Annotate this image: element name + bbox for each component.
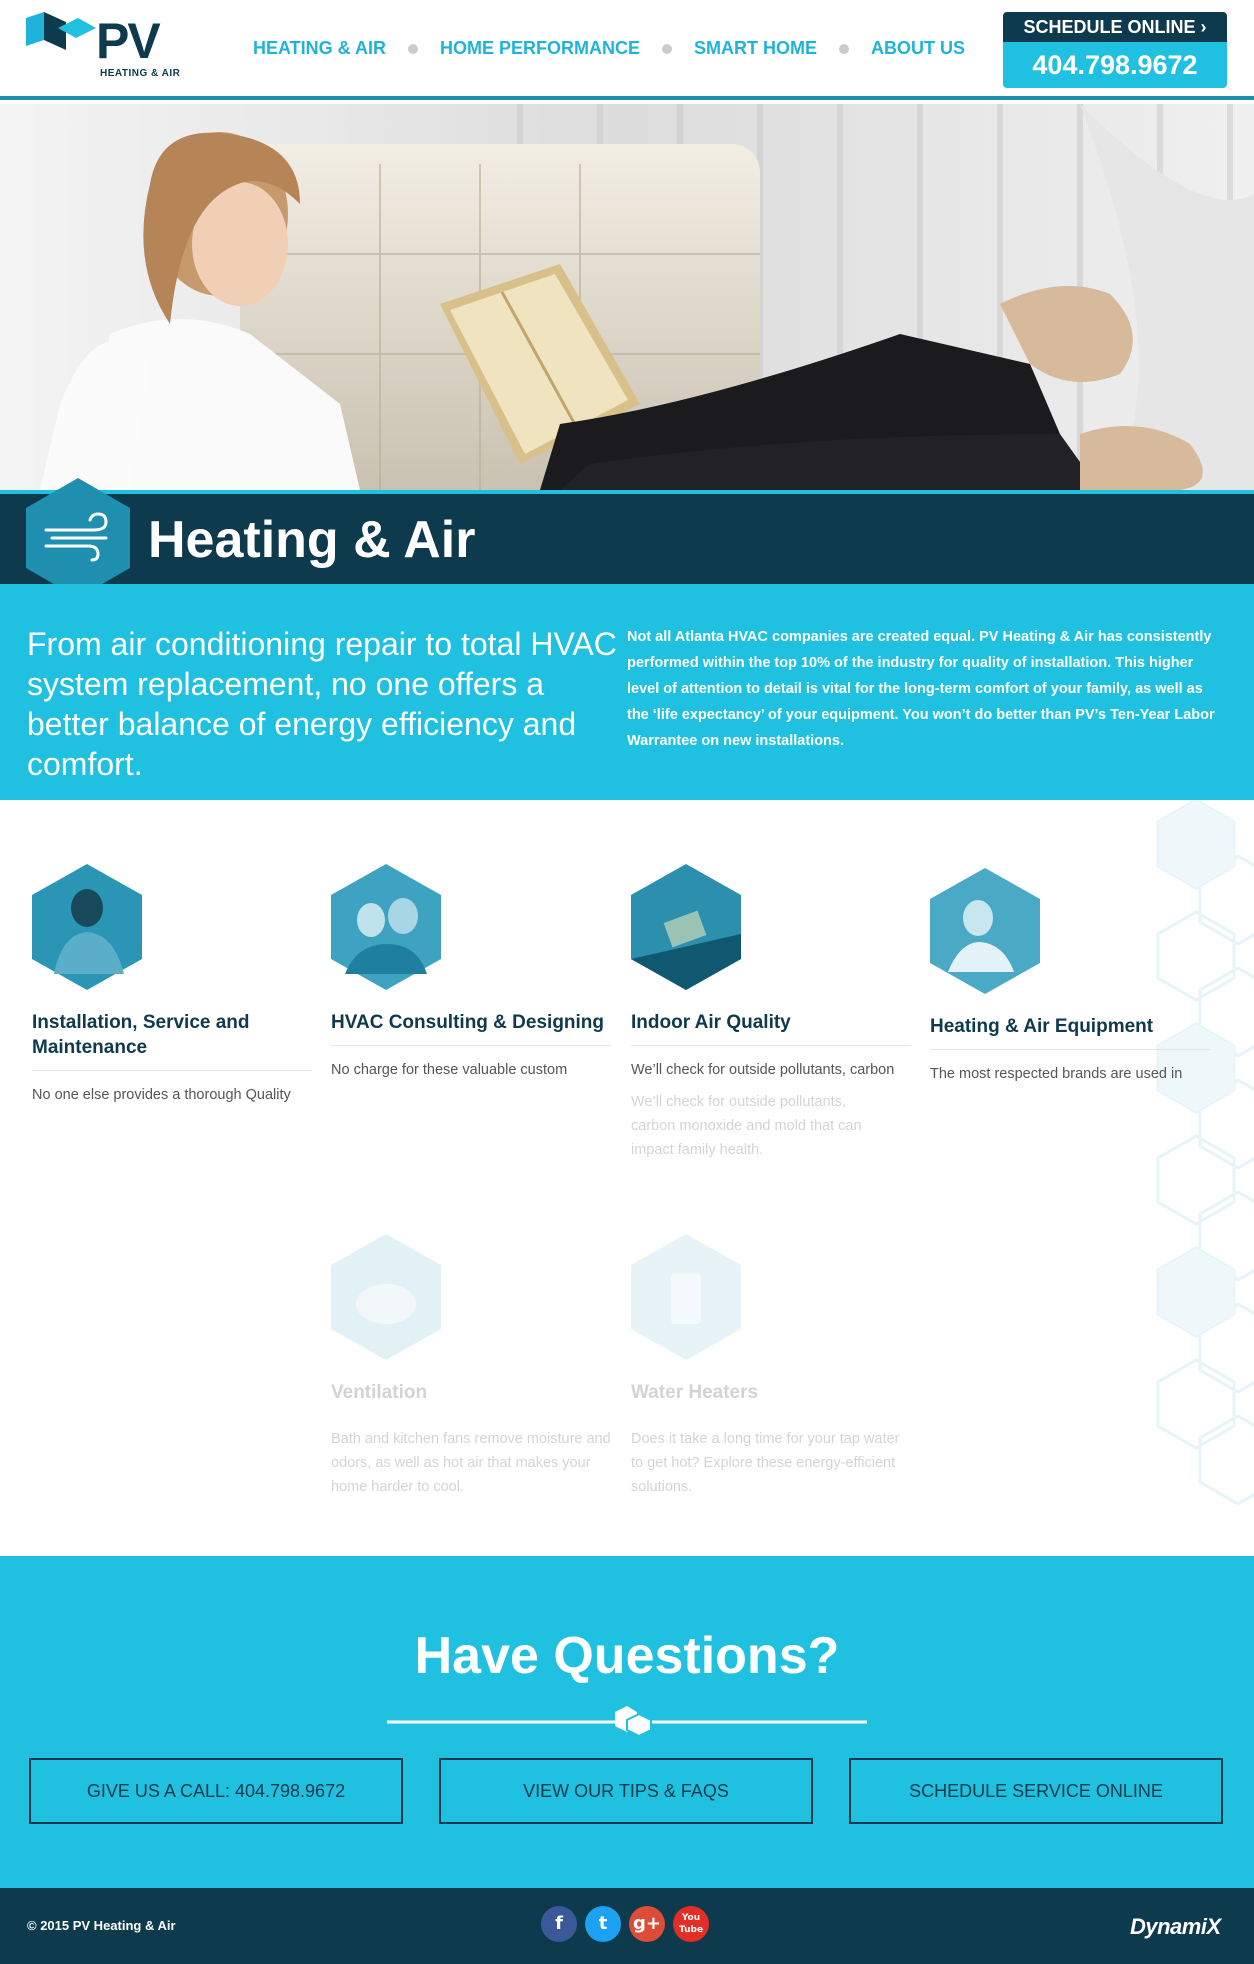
ventilation-photo-icon xyxy=(331,1234,441,1360)
air-quality-photo-icon xyxy=(631,864,741,990)
service-title: HVAC Consulting & Designing xyxy=(331,1010,611,1046)
service-title: Water Heaters xyxy=(631,1382,759,1403)
service-card-water-heaters[interactable]: Water Heaters Does it take a long time f… xyxy=(631,1234,911,1499)
service-description: No one else provides a thorough Quality xyxy=(32,1087,291,1103)
google-plus-icon[interactable]: g+ xyxy=(629,1906,665,1942)
service-card-consulting[interactable]: HVAC Consulting & Designing No charge fo… xyxy=(331,864,611,1080)
services-section: Installation, Service and Maintenance No… xyxy=(0,800,1254,1556)
facebook-icon[interactable]: f xyxy=(541,1906,577,1942)
copyright-text: © 2015 PV Heating & Air xyxy=(27,1918,176,1933)
service-description: We’ll check for outside pollutants, carb… xyxy=(631,1062,895,1078)
service-title: Indoor Air Quality xyxy=(631,1010,911,1046)
equipment-photo-icon xyxy=(930,868,1040,994)
schedule-online-label: SCHEDULE ONLINE xyxy=(1023,17,1196,37)
installation-photo-icon xyxy=(32,864,142,990)
chevron-right-icon: › xyxy=(1200,17,1207,37)
site-footer: © 2015 PV Heating & Air f t g+ You Tube D… xyxy=(0,1888,1254,1964)
service-card-ventilation[interactable]: Ventilation Bath and kitchen fans remove… xyxy=(331,1234,611,1499)
social-links: f t g+ You Tube xyxy=(541,1906,709,1942)
water-heater-photo-icon xyxy=(631,1234,741,1360)
wind-icon xyxy=(26,478,130,598)
hero-image xyxy=(0,104,1254,490)
main-nav: HEATING & AIR HOME PERFORMANCE SMART HOM… xyxy=(253,38,965,59)
schedule-service-button[interactable]: SCHEDULE SERVICE ONLINE xyxy=(849,1758,1223,1824)
consulting-photo-icon xyxy=(331,864,441,990)
questions-section: Have Questions? GIVE US A CALL: 404.798.… xyxy=(0,1556,1254,1888)
intro-lead: From air conditioning repair to total HV… xyxy=(27,626,617,782)
site-header: PV HEATING & AIR HEATING & AIR HOME PERF… xyxy=(0,0,1254,100)
service-title: Installation, Service and Maintenance xyxy=(32,1010,312,1071)
nav-heating-air[interactable]: HEATING & AIR xyxy=(253,38,386,59)
service-card-installation[interactable]: Installation, Service and Maintenance No… xyxy=(32,864,312,1105)
intro-section: From air conditioning repair to total HV… xyxy=(0,584,1254,800)
phone-link[interactable]: 404.798.9672 xyxy=(1003,42,1227,88)
dynamix-logo[interactable]: DynamiX xyxy=(1130,1914,1221,1940)
tips-faqs-button[interactable]: VIEW OUR TIPS & FAQS xyxy=(439,1758,813,1824)
service-title: Heating & Air Equipment xyxy=(930,1014,1210,1050)
nav-smart-home[interactable]: SMART HOME xyxy=(694,38,817,59)
twitter-icon[interactable]: t xyxy=(585,1906,621,1942)
nav-home-performance[interactable]: HOME PERFORMANCE xyxy=(440,38,640,59)
nav-separator xyxy=(662,43,673,54)
page-title: Heating & Air xyxy=(148,511,476,569)
header-cta: SCHEDULE ONLINE › 404.798.9672 xyxy=(1003,12,1227,88)
call-us-button[interactable]: GIVE US A CALL: 404.798.9672 xyxy=(29,1758,403,1824)
service-card-equipment[interactable]: Heating & Air Equipment The most respect… xyxy=(930,868,1210,1084)
nav-separator xyxy=(408,43,418,54)
service-description: No charge for these valuable custom serv… xyxy=(331,1062,568,1078)
logo-link[interactable]: PV HEATING & AIR xyxy=(24,12,184,82)
ghost-description: We’ll check for outside pollutants, carb… xyxy=(631,1094,862,1158)
service-card-air-quality[interactable]: Indoor Air Quality We’ll check for outsi… xyxy=(631,864,911,1080)
service-title: Ventilation xyxy=(331,1382,428,1403)
questions-title: Have Questions? xyxy=(414,1627,840,1685)
nav-separator xyxy=(839,43,850,54)
intro-body: Not all Atlanta HVAC companies are creat… xyxy=(627,629,1215,749)
logo-subtitle: HEATING & AIR xyxy=(100,68,181,79)
service-description: The most respected brands are used in xyxy=(930,1066,1183,1082)
nav-about-us[interactable]: ABOUT US xyxy=(871,38,965,59)
logo-text: PV xyxy=(96,13,161,69)
youtube-icon[interactable]: You Tube xyxy=(673,1906,709,1942)
schedule-online-button[interactable]: SCHEDULE ONLINE › xyxy=(1003,12,1227,42)
service-description: Does it take a long time for your tap wa… xyxy=(631,1431,900,1495)
service-description: Bath and kitchen fans remove moisture an… xyxy=(331,1431,611,1495)
hexagon-divider-icon xyxy=(387,1706,867,1738)
pv-logo-icon xyxy=(26,12,96,50)
